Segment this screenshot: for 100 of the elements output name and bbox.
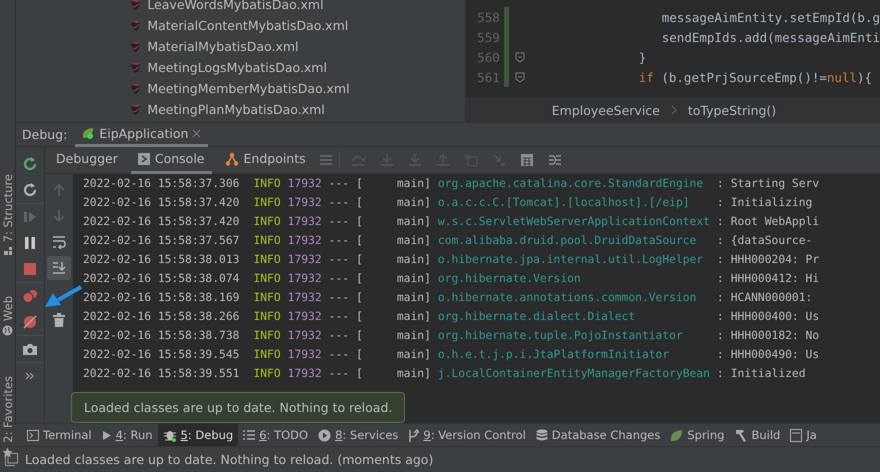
code-line: messageAimEntity.setEmpId(b.g <box>660 10 880 24</box>
scroll-to-end-icon[interactable] <box>52 261 66 275</box>
log-timestamp: 2022-02-16 15:58:37.567 <box>83 234 240 247</box>
log-logger: o.hibernate.annotations.common.Version <box>438 291 698 304</box>
log-separator: : <box>716 272 724 285</box>
log-level: INFO <box>253 215 281 228</box>
tree-item[interactable]: MaterialContentMybatisDao.xml <box>129 15 352 36</box>
log-logger: o.h.e.t.j.p.i.JtaPlatformInitiator <box>438 348 670 361</box>
log-pid: 17932 <box>288 291 322 304</box>
bird-icon <box>129 60 144 74</box>
log-separator: --- <box>328 177 350 190</box>
log-separator: --- <box>328 196 350 209</box>
log-message: HCANN000001: <box>730 291 812 304</box>
log-separator: : <box>716 196 724 209</box>
log-thread: [ main] <box>356 215 431 228</box>
log-separator: --- <box>328 310 350 323</box>
log-level: INFO <box>253 348 281 361</box>
tree-item[interactable]: MeetingLogsMybatisDao.xml <box>129 57 331 78</box>
log-message: HHH000490: Us <box>730 348 820 361</box>
tool-window-button[interactable]: 5: Debug <box>158 424 238 446</box>
tool-window-button[interactable]: Build <box>729 424 786 446</box>
line-number: 561 <box>476 70 500 84</box>
pause-icon[interactable] <box>24 236 36 250</box>
log-separator: : <box>716 329 724 342</box>
log-thread: [ main] <box>356 310 431 323</box>
panel-toggle-icon[interactable] <box>5 453 18 466</box>
side-tool-tab[interactable]: 7: Structure <box>0 174 14 256</box>
tool-window-button[interactable]: Terminal <box>22 424 97 446</box>
log-logger: w.s.c.ServletWebServerApplicationContext <box>438 215 710 228</box>
log-logger: j.LocalContainerEntityManagerFactoryBean <box>438 367 710 380</box>
status-message: Loaded classes are up to date. Nothing to reload. (moments ago) <box>25 452 434 467</box>
log-timestamp: 2022-02-16 15:58:39.545 <box>83 348 240 361</box>
debug-tab[interactable]: Endpoints <box>218 146 313 174</box>
code-line: } <box>638 50 646 64</box>
log-level: INFO <box>253 291 281 304</box>
log-level: INFO <box>253 196 281 209</box>
log-logger: org.hibernate.dialect.Dialect <box>438 310 636 323</box>
log-separator: : <box>716 234 724 247</box>
more-icon[interactable] <box>25 372 35 380</box>
tree-item[interactable]: MeetingMemberMybatisDao.xml <box>129 78 354 99</box>
close-icon[interactable] <box>192 128 202 138</box>
tree-item[interactable]: MaterialMybatisDao.xml <box>129 36 303 57</box>
log-message: {dataSource- <box>730 234 812 247</box>
log-pid: 17932 <box>288 348 322 361</box>
tool-window-button[interactable]: Database Changes <box>530 424 666 446</box>
log-logger: org.apache.catalina.core.StandardEngine <box>438 177 704 190</box>
star-icon <box>2 447 13 458</box>
trace-icon[interactable] <box>548 153 562 167</box>
log-separator: --- <box>328 215 350 228</box>
log-level: INFO <box>253 272 281 285</box>
branch-icon <box>408 428 420 442</box>
breadcrumb[interactable]: toTypeString() <box>688 102 776 118</box>
log-message: HHH000412: Hi <box>730 272 820 285</box>
log-separator: : <box>716 310 724 323</box>
rerun-icon[interactable] <box>22 156 38 172</box>
side-tool-tab[interactable]: 2: Favorites <box>0 376 14 458</box>
services-icon <box>318 428 332 442</box>
soft-wrap-icon[interactable] <box>52 235 66 249</box>
rerun-icon[interactable] <box>22 182 38 198</box>
log-thread: [ main] <box>356 329 431 342</box>
bird-icon <box>129 102 144 116</box>
log-message: HHH000204: Pr <box>730 253 820 266</box>
mute-breakpoints-icon[interactable] <box>23 315 37 329</box>
side-tool-tab[interactable]: Web <box>0 296 14 336</box>
log-thread: [ main] <box>356 291 431 304</box>
list-icon <box>243 430 256 440</box>
line-number: 560 <box>476 50 500 64</box>
tool-window-button[interactable]: 4: Run <box>96 424 158 446</box>
breadcrumb[interactable]: EmployeeService <box>552 102 660 118</box>
chevron-icon <box>670 105 678 115</box>
hammer-icon <box>734 428 748 442</box>
log-thread: [ main] <box>356 348 431 361</box>
tooltip: Loaded classes are up to date. Nothing to reload. <box>71 392 406 423</box>
terminal-icon <box>27 430 39 440</box>
log-separator: : <box>716 253 724 266</box>
log-logger: org.hibernate.Version <box>438 272 582 285</box>
tree-item[interactable]: MeetingPlanMybatisDao.xml <box>129 99 329 120</box>
debug-tab[interactable]: Debugger <box>49 146 125 174</box>
tool-window-button[interactable]: Spring <box>665 424 730 446</box>
log-pid: 17932 <box>288 253 322 266</box>
toolbar-toggle[interactable] <box>47 256 71 280</box>
tool-window-button[interactable]: Ja <box>785 424 822 446</box>
camera-icon[interactable] <box>22 342 38 356</box>
log-logger: com.alibaba.druid.pool.DruidDataSource <box>438 234 698 247</box>
log-level: INFO <box>253 367 281 380</box>
calculator-icon[interactable] <box>520 153 534 167</box>
debug-label: Debug: <box>22 127 68 142</box>
log-separator: : <box>716 215 724 228</box>
menu-icon[interactable] <box>318 154 333 166</box>
breakpoints-icon[interactable] <box>22 289 38 303</box>
trash-icon[interactable] <box>53 313 65 327</box>
log-thread: [ main] <box>356 196 431 209</box>
tool-window-button[interactable]: 8: Services <box>313 424 404 446</box>
log-level: INFO <box>253 310 281 323</box>
tool-window-button[interactable]: 9: Version Control <box>403 424 531 446</box>
log-level: INFO <box>253 329 281 342</box>
session-tab[interactable]: EipApplication <box>75 122 208 147</box>
fold-icon[interactable] <box>515 52 526 62</box>
tool-window-button[interactable]: 6: TODO <box>238 424 314 446</box>
fold-icon[interactable] <box>515 72 526 82</box>
